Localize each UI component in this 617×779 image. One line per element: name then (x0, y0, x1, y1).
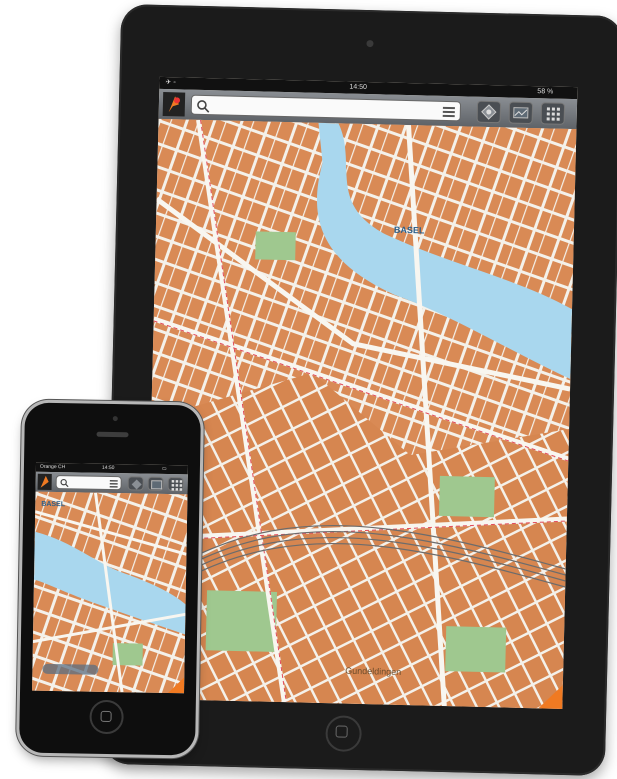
grid-menu-button[interactable] (540, 102, 566, 125)
status-time: 14:50 (349, 83, 368, 92)
search-icon (60, 478, 69, 488)
status-battery: 58 % (537, 88, 554, 96)
locate-icon (481, 104, 497, 120)
iphone-speaker (96, 431, 129, 438)
grid-menu-button[interactable] (167, 476, 184, 492)
home-square-icon (335, 725, 348, 738)
layers-icon (513, 107, 529, 119)
list-icon[interactable] (442, 106, 456, 118)
logo-icon (168, 96, 181, 113)
status-time: 14:50 (101, 464, 115, 472)
battery-icon: ▭ (161, 465, 167, 472)
locate-icon (131, 479, 142, 490)
city-map: BASEL Gundeldingen (144, 118, 577, 709)
search-input[interactable] (55, 475, 122, 491)
iphone-screen: Orange CH 14:50 ▭ BASEL (32, 462, 188, 694)
logo-icon (40, 475, 49, 488)
layers-icon (151, 480, 163, 490)
park (255, 231, 296, 261)
grid-icon (546, 107, 560, 121)
map-label-basel: BASEL (394, 225, 425, 236)
iphone-camera (112, 416, 118, 422)
map-label-basel: BASEL (41, 501, 66, 508)
app-logo[interactable] (37, 473, 52, 490)
wifi-icon: ✈ ◦ (165, 79, 176, 87)
locate-button[interactable] (476, 100, 502, 124)
ipad-screen: ✈ ◦ 14:50 58 % BASEL Gundeldingen (144, 76, 578, 709)
grid-icon (171, 480, 183, 491)
layers-button[interactable] (508, 101, 534, 125)
locate-button[interactable] (127, 476, 144, 491)
search-input[interactable] (190, 94, 462, 122)
map-label-district: Gundeldingen (345, 666, 401, 677)
carrier-name: Orange CH (39, 463, 66, 471)
ipad-camera (366, 39, 374, 48)
zoom-slider[interactable] (42, 663, 99, 675)
search-icon (197, 100, 210, 113)
app-logo[interactable] (162, 92, 186, 117)
iphone-toolbar (35, 471, 188, 495)
ipad-map-view[interactable]: BASEL Gundeldingen (144, 118, 577, 709)
layers-button[interactable] (147, 476, 164, 491)
iphone-map-view[interactable]: BASEL (32, 491, 188, 694)
iphone-device: Orange CH 14:50 ▭ BASEL (18, 402, 202, 756)
list-icon[interactable] (109, 479, 119, 488)
home-square-icon (100, 710, 112, 723)
